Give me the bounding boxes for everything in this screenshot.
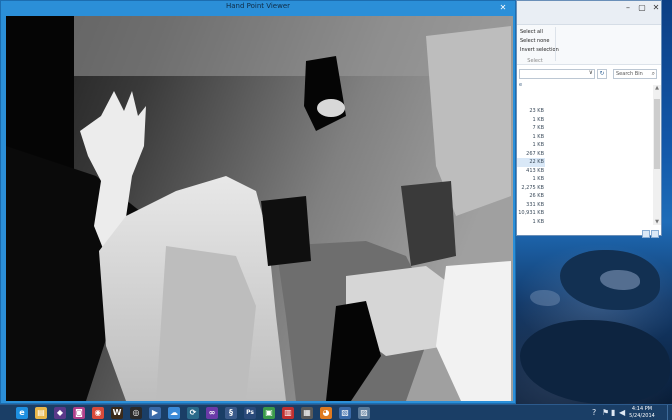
chevron-down-icon[interactable]: ∨: [589, 69, 593, 76]
details-view-icon[interactable]: [642, 230, 650, 238]
network-icon[interactable]: ▮: [611, 408, 615, 417]
file-row-size[interactable]: 1 KB: [517, 116, 545, 125]
depth-image-view: [6, 16, 513, 401]
depth-person-torso: [156, 246, 256, 401]
hand-point-viewer-window[interactable]: Hand Point Viewer ✕: [0, 0, 516, 404]
depth-dark-patch: [261, 196, 311, 266]
viewer-close-button[interactable]: ✕: [495, 2, 511, 13]
calibration-icon[interactable]: ▦: [301, 407, 313, 419]
explorer-titlebar[interactable]: – ▢ ✕: [517, 1, 661, 25]
file-row-size[interactable]: 26 KB: [517, 192, 545, 201]
maximize-button[interactable]: ▢: [635, 3, 649, 12]
scroll-up-icon[interactable]: ▲: [653, 85, 661, 91]
ribbon-separator: [555, 27, 556, 61]
wallpaper-rock: [530, 290, 560, 306]
viewer-titlebar[interactable]: Hand Point Viewer ✕: [1, 1, 515, 15]
media-player-icon[interactable]: ▶: [149, 407, 161, 419]
sync-icon[interactable]: ⟳: [187, 407, 199, 419]
ribbon-group-label: Select: [527, 58, 543, 64]
size-column-header[interactable]: e: [519, 82, 522, 88]
scroll-thumb[interactable]: [654, 99, 660, 169]
minimize-button[interactable]: –: [621, 3, 635, 12]
file-row-size[interactable]: 2,275 KB: [517, 184, 545, 193]
close-button[interactable]: ✕: [649, 3, 663, 12]
visual-app-icon[interactable]: ◆: [54, 407, 66, 419]
file-row-size[interactable]: 1 KB: [517, 133, 545, 142]
depth-image: [6, 16, 513, 401]
color-bars-icon[interactable]: ▥: [282, 407, 294, 419]
viewer-app-icon[interactable]: ▨: [358, 407, 370, 419]
file-row-size[interactable]: 10,931 KB: [517, 209, 545, 218]
large-icons-view-icon[interactable]: [651, 230, 659, 238]
python-icon[interactable]: §: [225, 407, 237, 419]
file-row-size[interactable]: 22 KB: [517, 158, 545, 167]
file-row-size[interactable]: 1 KB: [517, 175, 545, 184]
file-row-size[interactable]: 267 KB: [517, 150, 545, 159]
address-row: ∨ ↻ Search Bin ⌕: [517, 69, 661, 81]
volume-icon[interactable]: ◀: [619, 408, 625, 417]
warcraft-icon[interactable]: W: [111, 407, 123, 419]
search-icon[interactable]: ⌕: [652, 70, 655, 78]
invert-selection-button[interactable]: Invert selection: [520, 47, 559, 53]
file-row-size[interactable]: 413 KB: [517, 167, 545, 176]
blender-icon[interactable]: ◕: [320, 407, 332, 419]
refresh-icon[interactable]: ↻: [597, 69, 607, 79]
file-row-size[interactable]: 1 KB: [517, 141, 545, 150]
address-bar[interactable]: ∨: [519, 69, 595, 79]
select-all-button[interactable]: Select all: [520, 29, 543, 35]
file-row-size[interactable]: 1 KB: [517, 218, 545, 227]
chrome-icon[interactable]: ◉: [92, 407, 104, 419]
search-input[interactable]: Search Bin ⌕: [613, 69, 657, 79]
internet-explorer-icon[interactable]: e: [16, 407, 28, 419]
select-none-button[interactable]: Select none: [520, 38, 550, 44]
ribbon-select-group: Select all Select none Invert selection …: [517, 25, 661, 65]
file-row-size[interactable]: 7 KB: [517, 124, 545, 133]
vertical-scrollbar[interactable]: ▲ ▼: [653, 85, 661, 225]
steam-icon[interactable]: ◎: [130, 407, 142, 419]
depth-ceiling-lamp: [317, 99, 345, 117]
store-icon[interactable]: ▣: [263, 407, 275, 419]
show-desktop-button[interactable]: [667, 405, 672, 420]
file-explorer-window[interactable]: – ▢ ✕ Select all Select none Invert sele…: [516, 0, 662, 238]
file-row-size[interactable]: 331 KB: [517, 201, 545, 210]
file-size-list: 23 KB 1 KB 7 KB 1 KB 1 KB 267 KB 22 KB 413 KB 1 …: [517, 107, 545, 226]
viewer-title: Hand Point Viewer: [225, 2, 291, 10]
clock-date: 5/24/2014: [629, 413, 655, 419]
help-icon[interactable]: ?: [592, 408, 596, 417]
project-icon[interactable]: ▧: [339, 407, 351, 419]
skydrive-icon[interactable]: ☁: [168, 407, 180, 419]
action-center-flag-icon[interactable]: ⚑: [602, 408, 609, 417]
taskbar: e ▤ ◆ ◙ ◉ W ◎ ▶ ☁ ⟳ ∞ § Ps ▣ ▥ ▦ ◕ ▧ ▨ ? ⚑ ▮ ◀ 4:14 PM 5/2…: [0, 404, 672, 420]
clock-time: 4:14 PM: [631, 406, 653, 412]
chat-app-icon[interactable]: ◙: [73, 407, 85, 419]
visual-studio-icon[interactable]: ∞: [206, 407, 218, 419]
system-clock[interactable]: 4:14 PM 5/24/2014: [628, 406, 656, 420]
file-explorer-icon[interactable]: ▤: [35, 407, 47, 419]
search-placeholder: Search Bin: [616, 71, 643, 77]
view-mode-buttons: [641, 223, 659, 242]
file-row-size[interactable]: 23 KB: [517, 107, 545, 116]
photoshop-icon[interactable]: Ps: [244, 407, 256, 419]
wallpaper-rock: [520, 320, 670, 404]
